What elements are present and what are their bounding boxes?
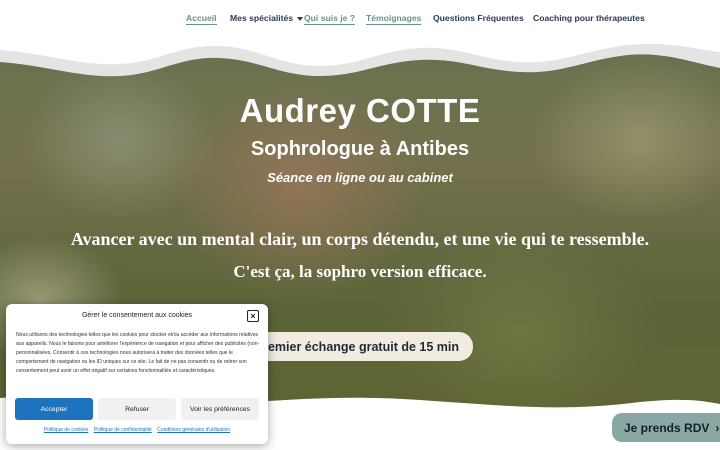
- chevron-right-icon: ›: [715, 420, 720, 435]
- close-icon[interactable]: ×: [247, 310, 259, 322]
- hero-mode: Séance en ligne ou au cabinet: [267, 170, 453, 185]
- nav-item-coaching-therapeutes[interactable]: Coaching pour thérapeutes: [533, 13, 645, 23]
- hero-name: Audrey COTTE: [239, 92, 481, 129]
- cookie-policy-link[interactable]: Politique de cookies: [44, 427, 88, 433]
- view-preferences-button[interactable]: Voir les préférences: [181, 398, 259, 420]
- nav-item-accueil[interactable]: Accueil: [186, 13, 217, 25]
- free-call-button-label: premier échange gratuit de 15 min: [255, 339, 459, 354]
- cookie-policy-links: Politique de cookies Politique de confid…: [6, 427, 268, 433]
- chevron-down-icon: [297, 16, 304, 21]
- hero-role: Sophrologue à Antibes: [250, 138, 470, 160]
- free-call-button[interactable]: premier échange gratuit de 15 min: [248, 332, 473, 361]
- book-appointment-button[interactable]: Je prends RDV ›: [612, 413, 720, 442]
- cookie-dialog-title: Gérer le consentement aux cookies: [81, 312, 193, 319]
- nav-item-questions-frequentes[interactable]: Questions Fréquentes: [433, 13, 524, 23]
- nav-item-specialites-label: Mes spécialités: [230, 13, 294, 23]
- cookie-description: Nous utilisons des technologies telles q…: [16, 332, 260, 374]
- nav-item-specialites[interactable]: Mes spécialités: [230, 13, 304, 23]
- refuse-cookies-button[interactable]: Refuser: [98, 398, 176, 420]
- privacy-policy-link[interactable]: Politique de confidentialité: [94, 427, 152, 433]
- cookie-consent-dialog: Gérer le consentement aux cookies × Nous…: [6, 304, 268, 444]
- hero-tagline: Avancer avec un mental clair, un corps d…: [70, 229, 650, 249]
- nav-item-qui-suis-je[interactable]: Qui suis je ?: [304, 13, 356, 25]
- terms-link[interactable]: Conditions générales d'utilisation: [157, 427, 230, 433]
- hero-subtagline: C'est ça, la sophro version efficace.: [233, 262, 487, 281]
- main-navigation: Accueil Mes spécialités Qui suis je ? Té…: [0, 8, 720, 32]
- accept-cookies-button[interactable]: Accepter: [15, 398, 93, 420]
- nav-item-temoignages[interactable]: Témoignages: [366, 13, 422, 25]
- book-appointment-label: Je prends RDV: [624, 420, 710, 435]
